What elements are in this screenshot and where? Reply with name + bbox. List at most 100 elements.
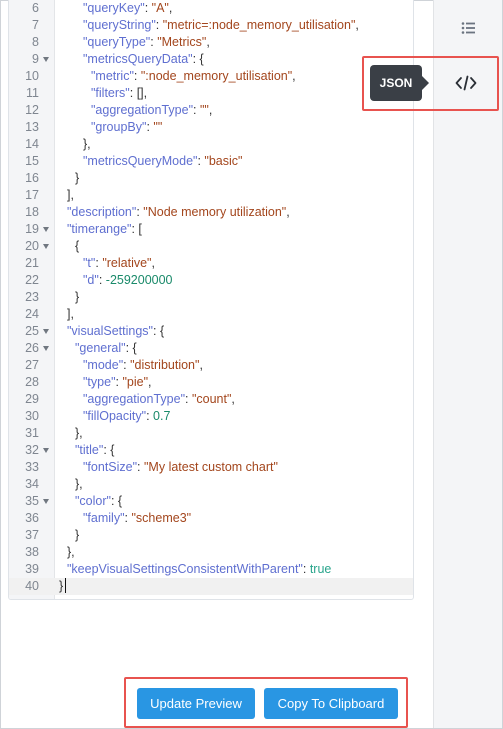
code-line[interactable]: 8 "queryType": "Metrics", (9, 34, 413, 51)
code-line[interactable]: 31}, (9, 425, 413, 442)
line-number: 8 (32, 35, 39, 49)
line-number: 16 (25, 171, 39, 185)
code-line[interactable]: 32 "title": { (9, 442, 413, 459)
code-line[interactable]: 36 "family": "scheme3" (9, 510, 413, 527)
line-number: 11 (26, 86, 39, 100)
line-number: 14 (25, 137, 39, 151)
line-number: 30 (25, 409, 39, 423)
code-line[interactable]: 27 "mode": "distribution", (9, 357, 413, 374)
code-token: "metric" (91, 69, 134, 83)
code-token: : (144, 1, 152, 15)
line-number: 17 (25, 188, 39, 202)
code-token: : (98, 273, 106, 287)
code-token: : [ (131, 222, 142, 236)
code-line[interactable]: 18 "description": "Node memory utilizatio… (9, 204, 413, 221)
line-number: 24 (25, 307, 39, 321)
code-line[interactable]: 12 "aggregationType": "", (9, 102, 413, 119)
code-line[interactable]: 16} (9, 170, 413, 187)
code-line[interactable]: 37} (9, 527, 413, 544)
code-line[interactable]: 14}, (9, 136, 413, 153)
code-line[interactable]: 24], (9, 306, 413, 323)
code-token: "family" (83, 511, 125, 525)
code-token: "t" (83, 256, 96, 270)
line-number: 20 (25, 239, 39, 253)
code-line[interactable]: 30 "fillOpacity": 0.7 (9, 408, 413, 425)
code-line[interactable]: 13 "groupBy": "" (9, 119, 413, 136)
fold-arrow-icon[interactable] (43, 227, 49, 232)
code-line[interactable]: 19 "timerange": [ (9, 221, 413, 238)
fold-arrow-icon[interactable] (43, 346, 49, 351)
code-line[interactable]: 11 "filters": [], (9, 85, 413, 102)
code-text: }, (75, 476, 83, 493)
code-text: "fontSize": "My latest custom chart" (83, 459, 278, 476)
code-text: } (59, 578, 67, 595)
line-number: 21 (25, 256, 39, 270)
line-number: 34 (25, 477, 39, 491)
fold-arrow-icon[interactable] (43, 57, 49, 62)
fold-arrow-icon[interactable] (43, 499, 49, 504)
code-line[interactable]: 6 "queryKey": "A", (9, 0, 413, 17)
code-token: "pie" (122, 375, 149, 389)
code-token: "aggregationType" (83, 392, 186, 406)
code-token: }, (83, 137, 91, 151)
code-token: "color" (75, 494, 111, 508)
code-line[interactable]: 20 { (9, 238, 413, 255)
code-line[interactable]: 39 "keepVisualSettingsConsistentWithParen… (9, 561, 413, 578)
line-number: 23 (25, 290, 39, 304)
code-token: "general" (75, 341, 126, 355)
code-text: "d": -259200000 (83, 272, 173, 289)
code-line[interactable]: 17], (9, 187, 413, 204)
code-line[interactable]: 7 "queryString": "metric=:node_memory_uti… (9, 17, 413, 34)
code-line[interactable]: 38}, (9, 544, 413, 561)
code-token: , (355, 18, 359, 32)
code-token: , (151, 256, 155, 270)
code-token: : (185, 392, 192, 406)
code-token: "relative" (102, 256, 152, 270)
code-token: "aggregationType" (91, 103, 194, 117)
code-token: : { (192, 52, 204, 66)
code-token: }, (75, 426, 83, 440)
fold-arrow-icon[interactable] (43, 448, 49, 453)
code-token: : { (125, 341, 137, 355)
line-number: 29 (25, 392, 39, 406)
code-token: "My latest custom chart" (144, 460, 278, 474)
code-line[interactable]: 9 "metricsQueryData": { (9, 51, 413, 68)
code-line[interactable]: 26 "general": { (9, 340, 413, 357)
line-number: 32 (25, 443, 39, 457)
code-token: } (75, 171, 80, 185)
code-line[interactable]: 35 "color": { (9, 493, 413, 510)
json-code-editor[interactable]: 6 "queryKey": "A", 7 "queryString": "metric… (8, 0, 414, 600)
code-token: "mode" (83, 358, 124, 372)
line-number: 36 (25, 511, 39, 525)
code-text: "family": "scheme3" (83, 510, 191, 527)
code-line[interactable]: 21 "t": "relative", (9, 255, 413, 272)
code-text: } (75, 289, 79, 306)
code-line[interactable]: 40} (9, 578, 413, 595)
code-text: "title": { (75, 442, 114, 459)
code-token: "distribution" (130, 358, 200, 372)
code-token: "Metrics" (157, 35, 207, 49)
code-text: "metric": ":node_memory_utilisation", (91, 68, 296, 85)
code-token: "" (199, 103, 209, 117)
list-view-icon[interactable] (460, 20, 476, 36)
code-token: 0.7 (153, 409, 171, 423)
code-line[interactable]: 34}, (9, 476, 413, 493)
line-number: 37 (25, 528, 39, 542)
code-line[interactable]: 22 "d": -259200000 (9, 272, 413, 289)
code-line[interactable]: 33 "fontSize": "My latest custom chart" (9, 459, 413, 476)
code-line[interactable]: 23} (9, 289, 413, 306)
code-token: "description" (67, 205, 137, 219)
code-text: "aggregationType": "count", (83, 391, 235, 408)
line-number: 31 (25, 426, 39, 440)
code-line[interactable]: 29 "aggregationType": "count", (9, 391, 413, 408)
code-token: , (286, 205, 290, 219)
fold-arrow-icon[interactable] (43, 244, 49, 249)
code-token: , (231, 392, 235, 406)
code-line[interactable]: 28 "type": "pie", (9, 374, 413, 391)
code-line[interactable]: 10 "metric": ":node_memory_utilisation", (9, 68, 413, 85)
code-token: "d" (83, 273, 99, 287)
line-number: 18 (25, 205, 39, 219)
code-line[interactable]: 15 "metricsQueryMode": "basic" (9, 153, 413, 170)
code-line[interactable]: 25 "visualSettings": { (9, 323, 413, 340)
fold-arrow-icon[interactable] (43, 329, 49, 334)
